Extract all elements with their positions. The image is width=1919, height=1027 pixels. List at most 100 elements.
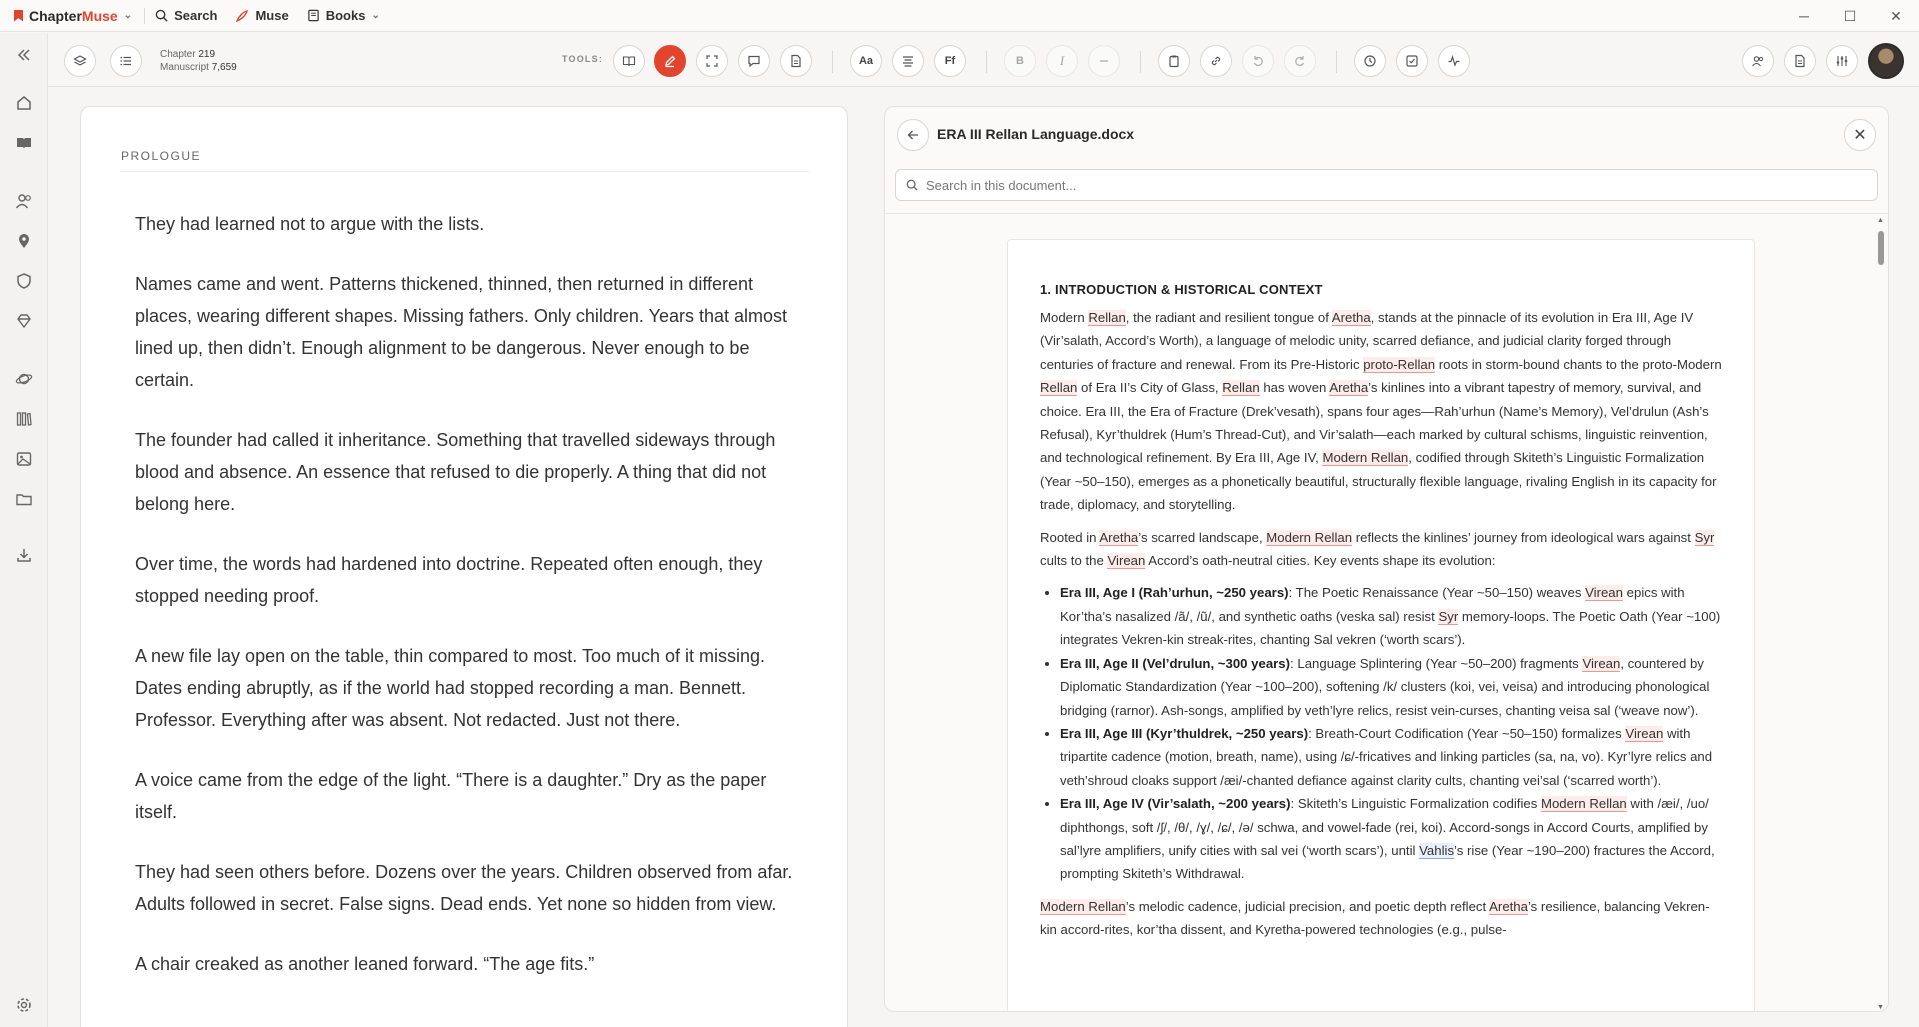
home-icon[interactable] xyxy=(12,91,36,115)
document-title: ERA III Rellan Language.docx xyxy=(937,126,1135,142)
expand-icon xyxy=(706,55,718,67)
scrollbar-thumb[interactable] xyxy=(1878,231,1884,265)
document-search-box[interactable] xyxy=(895,169,1878,201)
shield-icon[interactable] xyxy=(12,269,36,293)
clock-icon xyxy=(1364,55,1376,67)
list-item: Era III, Age II (Vel’drulun, ~300 years)… xyxy=(1060,652,1722,722)
app-brand-menu[interactable]: Chapter Muse ⌄ xyxy=(14,8,132,24)
arrow-left-icon xyxy=(907,130,918,140)
document-page: 1. INTRODUCTION & HISTORICAL CONTEXT Mod… xyxy=(1007,239,1755,1011)
maximize-icon[interactable]: ☐ xyxy=(1827,8,1873,25)
characters-icon[interactable] xyxy=(12,189,36,213)
activity-icon xyxy=(1448,55,1460,67)
toolbar-divider xyxy=(832,51,833,73)
notes-button[interactable] xyxy=(780,45,812,77)
gem-icon[interactable] xyxy=(12,309,36,333)
list-item: Era III, Age III (Kyr’thuldrek, ~250 yea… xyxy=(1060,722,1722,792)
redo-button[interactable] xyxy=(1284,45,1316,77)
undo-button[interactable] xyxy=(1242,45,1274,77)
manuscript-editor[interactable]: PROLOGUE They had learned not to argue w… xyxy=(80,106,848,1027)
muse-menu-label: Muse xyxy=(255,8,289,23)
document-paragraph: Modern Rellan, the radiant and resilient… xyxy=(1040,310,1722,513)
search-menu[interactable]: Search xyxy=(155,8,217,23)
scroll-up-icon[interactable]: ▲ xyxy=(1877,217,1884,224)
era-list: Era III, Age I (Rah’urhun, ~250 years): … xyxy=(1060,581,1722,885)
heading-divider xyxy=(121,171,809,172)
chevron-down-icon: ⌄ xyxy=(371,10,380,21)
adjustments-button[interactable] xyxy=(1826,45,1858,77)
list-icon xyxy=(120,56,131,66)
font-family-button[interactable]: Ff xyxy=(934,45,966,77)
layers-icon xyxy=(73,55,87,66)
folder-icon[interactable] xyxy=(12,487,36,511)
title-bar: Chapter Muse ⌄ Search Muse Books ⌄ ─ ☐ ✕ xyxy=(0,0,1919,32)
manuscript-count-value: 7,659 xyxy=(211,62,237,73)
section-heading: 1. INTRODUCTION & HISTORICAL CONTEXT xyxy=(1040,282,1323,297)
brand-name-part-1: Chapter xyxy=(29,7,82,24)
planet-icon[interactable] xyxy=(12,367,36,391)
toolbar-divider xyxy=(1140,51,1141,73)
layers-button[interactable] xyxy=(64,45,96,77)
font-size-button[interactable]: Aa xyxy=(850,45,882,77)
download-icon[interactable] xyxy=(12,543,36,567)
collapse-sidebar-icon[interactable] xyxy=(12,43,36,67)
chapter-count-label: Chapter xyxy=(160,49,196,60)
history-button[interactable] xyxy=(1354,45,1386,77)
document-paragraph: Rooted in Aretha’s scarred landscape, Mo… xyxy=(1040,529,1715,570)
list-item: Era III, Age I (Rah’urhun, ~250 years): … xyxy=(1060,581,1722,651)
align-center-icon xyxy=(903,56,913,67)
redo-icon xyxy=(1295,56,1305,67)
books-menu[interactable]: Books ⌄ xyxy=(307,8,380,23)
paragraph: Names came and went. Patterns thickened,… xyxy=(135,274,788,390)
editor-toolbar: Chapter 219 Manuscript 7,659 TOOLS: Aa F… xyxy=(48,33,1919,87)
reader-view-button[interactable] xyxy=(613,45,645,77)
quill-icon xyxy=(236,9,249,22)
focus-mode-button[interactable] xyxy=(696,45,728,77)
chapter-count-value: 219 xyxy=(198,49,216,60)
document-viewer-panel: ERA III Rellan Language.docx ✕ ▲ ▼ 1. IN… xyxy=(884,106,1889,1012)
toolbar-divider xyxy=(1336,51,1337,73)
location-pin-icon[interactable] xyxy=(12,229,36,253)
document-scrollbar[interactable]: ▲ ▼ xyxy=(1876,217,1886,1011)
close-window-icon[interactable]: ✕ xyxy=(1873,8,1919,25)
edit-mode-button[interactable] xyxy=(654,45,686,77)
collaborators-button[interactable] xyxy=(1742,45,1774,77)
paragraph: They had seen others before. Dozens over… xyxy=(135,862,793,914)
muse-menu[interactable]: Muse xyxy=(235,8,289,23)
bold-button[interactable]: B xyxy=(1004,45,1036,77)
clipboard-button[interactable] xyxy=(1158,45,1190,77)
window-controls: ─ ☐ ✕ xyxy=(1781,0,1919,32)
open-book-icon[interactable] xyxy=(12,131,36,155)
toolbar-divider xyxy=(986,51,987,73)
panel-divider xyxy=(885,213,1888,214)
italic-button[interactable]: I xyxy=(1046,45,1078,77)
manuscript-count-label: Manuscript xyxy=(160,62,209,73)
user-avatar[interactable] xyxy=(1868,43,1904,79)
pen-icon xyxy=(665,55,676,68)
horizontal-rule-icon xyxy=(1100,60,1108,62)
export-document-button[interactable] xyxy=(1784,45,1816,77)
scroll-down-icon[interactable]: ▼ xyxy=(1877,1004,1884,1011)
settings-gear-icon[interactable] xyxy=(12,993,36,1017)
search-menu-label: Search xyxy=(174,8,218,23)
analytics-button[interactable] xyxy=(1438,45,1470,77)
close-document-button[interactable]: ✕ xyxy=(1844,119,1876,151)
divider-line-button[interactable] xyxy=(1088,45,1120,77)
link-icon xyxy=(1211,56,1221,66)
checklist-button[interactable] xyxy=(1396,45,1428,77)
clipboard-icon xyxy=(1169,55,1179,68)
library-icon[interactable] xyxy=(12,407,36,431)
image-icon[interactable] xyxy=(12,447,36,471)
brand-name-part-2: Muse xyxy=(81,7,118,24)
comment-button[interactable] xyxy=(738,45,770,77)
titlebar-divider xyxy=(144,7,146,24)
outline-button[interactable] xyxy=(110,45,142,77)
minimize-icon[interactable]: ─ xyxy=(1781,8,1827,24)
align-button[interactable] xyxy=(892,45,924,77)
back-button[interactable] xyxy=(897,119,929,151)
chapter-heading: PROLOGUE xyxy=(121,149,202,163)
link-button[interactable] xyxy=(1200,45,1232,77)
search-icon xyxy=(906,179,918,191)
document-search-input[interactable] xyxy=(926,177,1826,193)
manuscript-text[interactable]: They had learned not to argue with the l… xyxy=(135,208,795,1008)
